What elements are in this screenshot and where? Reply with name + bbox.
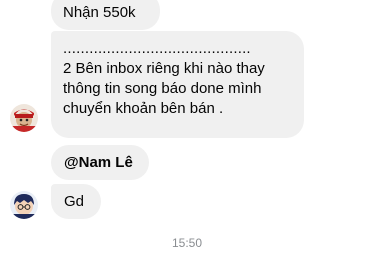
- message-text: chuyển khoản bên bán .: [63, 100, 224, 117]
- message-text: 2 Bên inbox riêng khi nào thay: [63, 60, 265, 77]
- message-text: thông tin song báo done mình: [63, 80, 262, 97]
- message-bubble[interactable]: @Nam Lê: [51, 145, 149, 180]
- message-text: Nhận 550k: [63, 4, 136, 21]
- message-bubble[interactable]: ........................................…: [51, 31, 304, 138]
- mention-text[interactable]: @Nam Lê: [64, 153, 137, 173]
- message-bubble[interactable]: Gd: [51, 184, 101, 219]
- message-text: ........................................…: [63, 40, 251, 57]
- avatar-image-icon: [10, 191, 38, 219]
- avatar-image-icon: [10, 104, 38, 132]
- message-text: Gd: [64, 193, 85, 210]
- message-timestamp: 15:50: [171, 236, 203, 250]
- sender-avatar[interactable]: [10, 104, 38, 132]
- message-bubble[interactable]: Nhận 550k: [51, 0, 160, 30]
- sender-avatar[interactable]: [10, 191, 38, 219]
